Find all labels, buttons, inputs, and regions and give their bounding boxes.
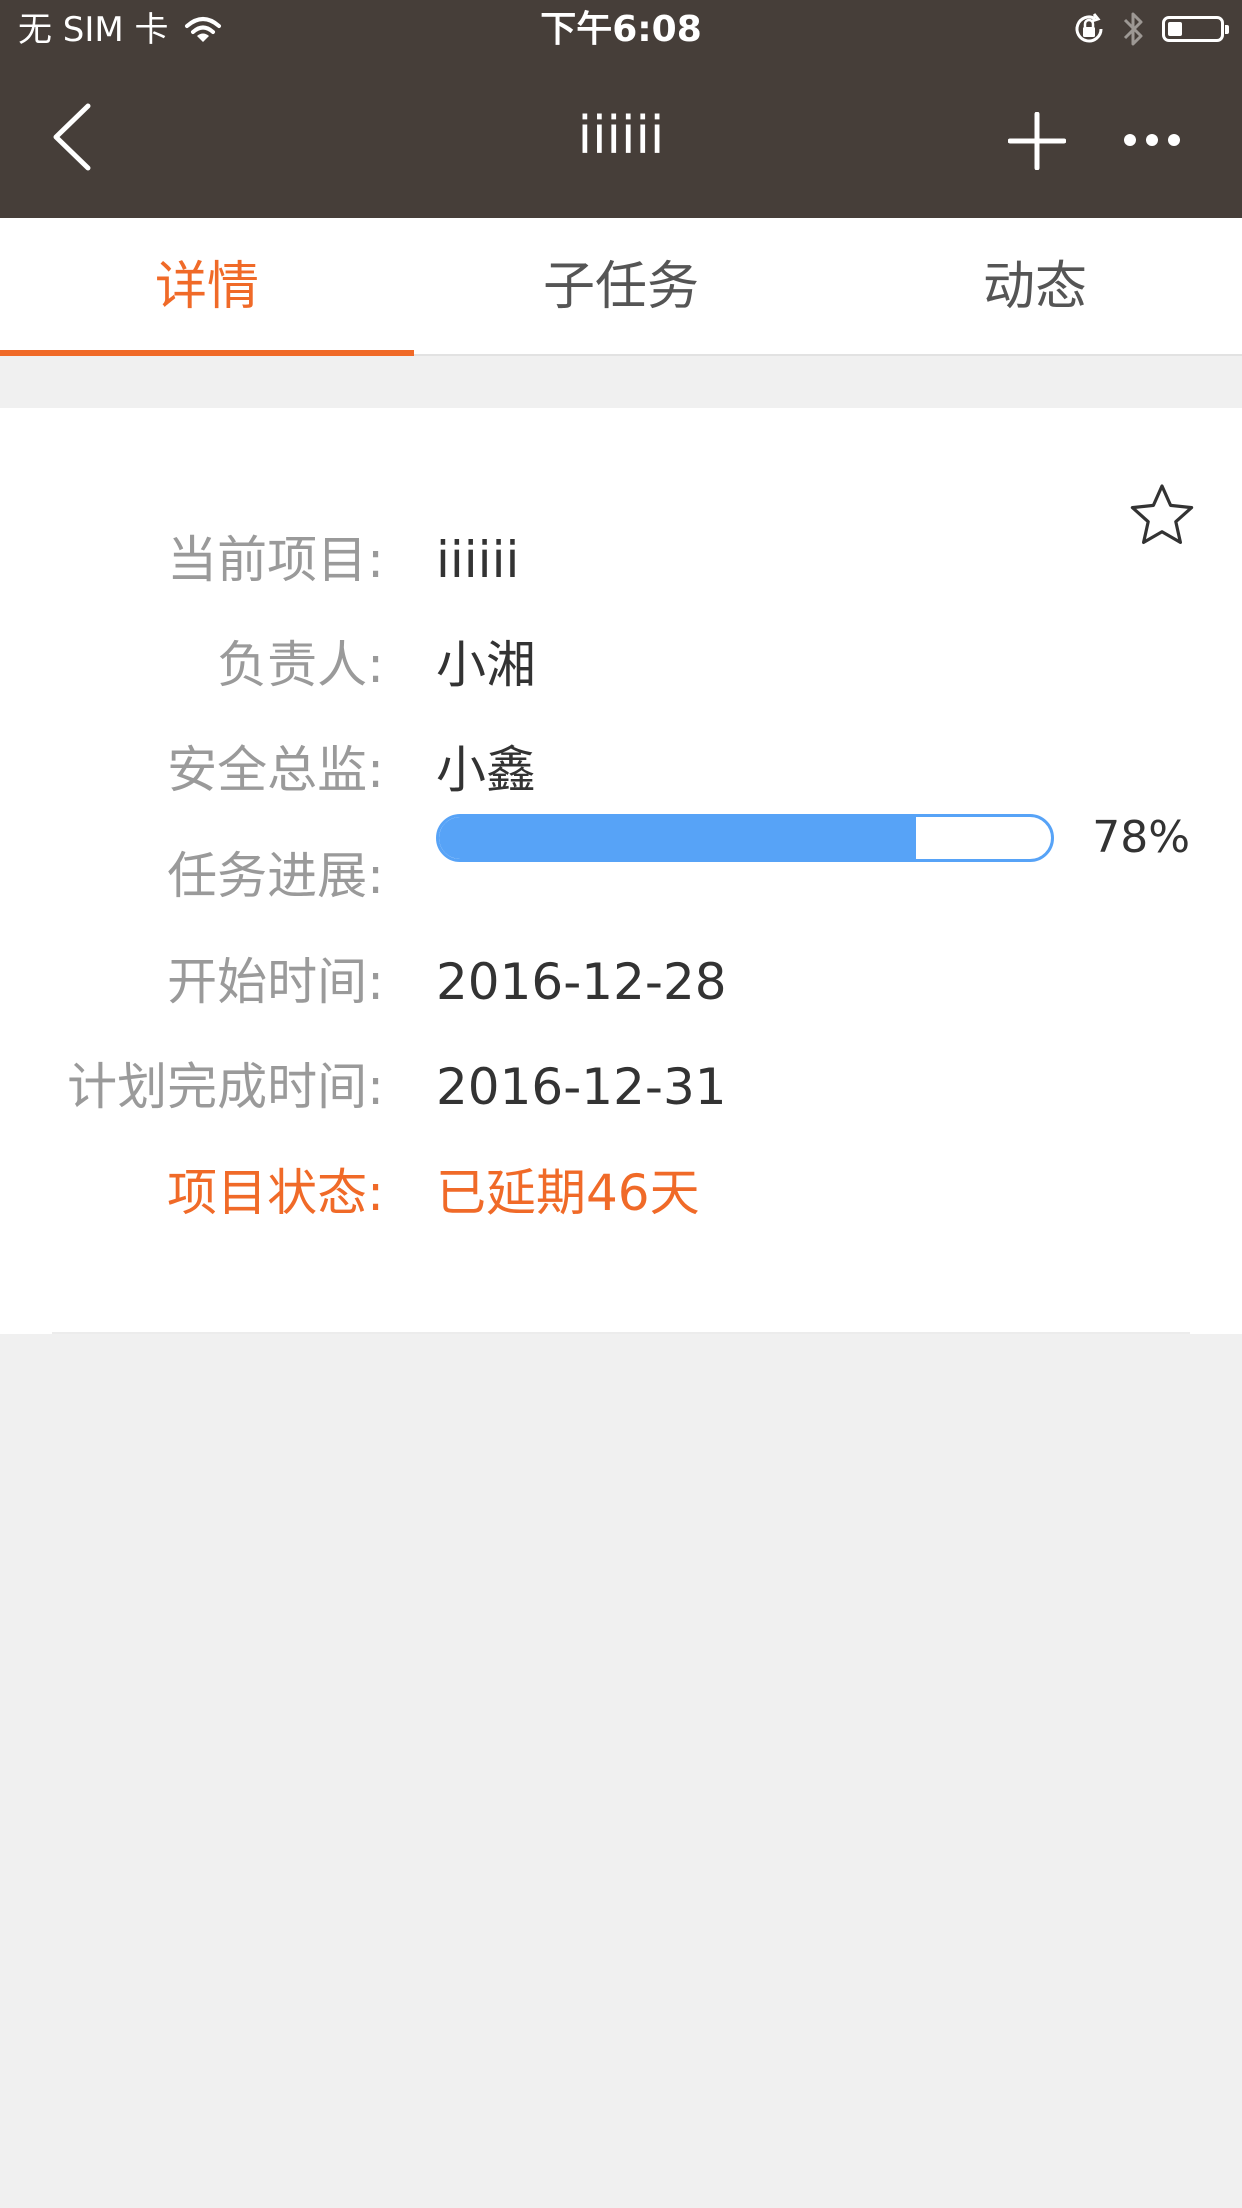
project-status-label: 项目状态:	[167, 1164, 384, 1222]
status-bar: 无 SIM 卡 下午6:08	[0, 0, 1242, 62]
progress-label: 任务进展:	[167, 847, 384, 905]
row-project: 当前项目: iiiiii	[0, 520, 1242, 600]
tab-activity[interactable]: 动态	[828, 218, 1242, 354]
planned-completion-value: 2016-12-31	[436, 1058, 727, 1116]
battery-level	[1168, 22, 1182, 36]
divider	[52, 1332, 1190, 1334]
start-date-label: 开始时间:	[167, 953, 384, 1011]
tab-subtasks[interactable]: 子任务	[414, 218, 828, 354]
row-owner: 负责人: 小湘	[0, 625, 1242, 705]
tab-bar: 详情 子任务 动态	[0, 218, 1242, 356]
start-date-value: 2016-12-28	[436, 953, 727, 1011]
navigation-bar: iiiiii	[0, 62, 1242, 218]
bluetooth-icon	[1123, 12, 1143, 46]
header: 无 SIM 卡 下午6:08 iiiiii	[0, 0, 1242, 218]
owner-label: 负责人:	[217, 636, 384, 694]
more-icon[interactable]	[1122, 120, 1182, 160]
detail-card: 当前项目: iiiiii 负责人: 小湘 安全总监: 小鑫 任务进展: 78% …	[0, 408, 1242, 1334]
battery-icon	[1162, 16, 1229, 42]
progress-bar-fill	[439, 817, 917, 859]
project-status-value: 已延期46天	[436, 1164, 700, 1222]
row-project-status: 项目状态: 已延期46天	[0, 1153, 1242, 1233]
tab-details[interactable]: 详情	[0, 218, 414, 356]
row-safety-director: 安全总监: 小鑫	[0, 730, 1242, 810]
row-start-date: 开始时间: 2016-12-28	[0, 942, 1242, 1022]
planned-completion-label: 计划完成时间:	[67, 1058, 384, 1116]
orientation-lock-icon	[1075, 13, 1103, 43]
progress-percent: 78%	[1092, 812, 1190, 863]
project-label: 当前项目:	[167, 531, 384, 589]
app-screen: 无 SIM 卡 下午6:08 iiiiii 详情 子任务 动态 当前项目: ii…	[0, 0, 1242, 2208]
safety-director-value: 小鑫	[436, 741, 536, 799]
progress-bar	[436, 814, 1054, 862]
row-planned-completion: 计划完成时间: 2016-12-31	[0, 1047, 1242, 1127]
project-value: iiiiii	[436, 531, 520, 589]
plus-icon[interactable]	[1008, 112, 1066, 170]
owner-value: 小湘	[436, 636, 536, 694]
safety-director-label: 安全总监:	[167, 741, 384, 799]
status-time: 下午6:08	[540, 9, 702, 50]
status-right	[1072, 10, 1229, 48]
